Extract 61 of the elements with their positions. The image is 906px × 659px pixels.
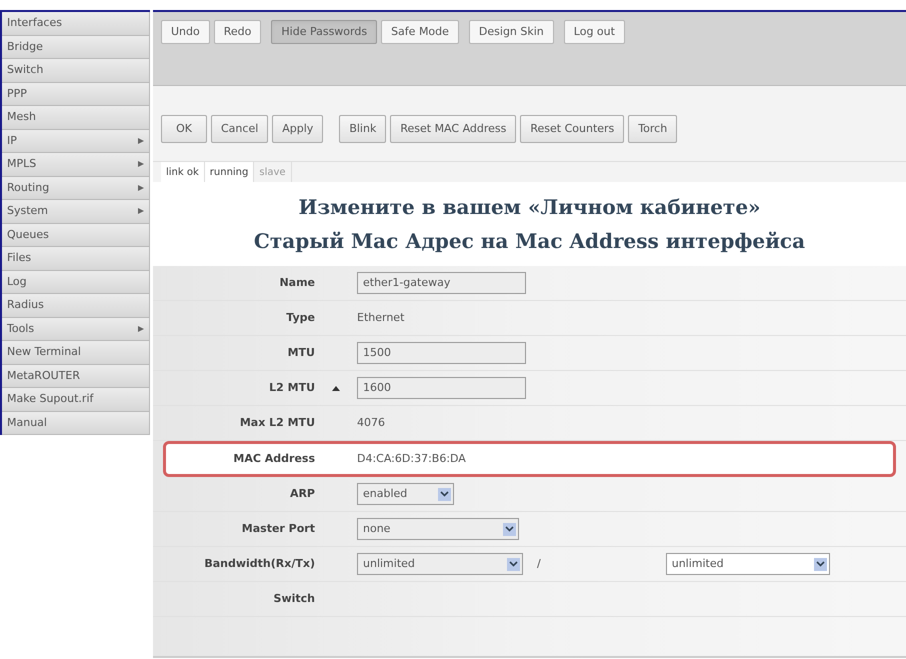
sidebar-item[interactable]: Log — [2, 270, 150, 294]
action-button[interactable]: Reset MAC Address — [390, 115, 516, 143]
field-label: MTU — [288, 344, 315, 361]
action-button[interactable]: Reset Counters — [520, 115, 624, 143]
sidebar-item[interactable]: Manual — [2, 412, 150, 435]
toolbar-button[interactable]: Design Skin — [468, 20, 554, 44]
input-field[interactable]: ether1-gateway — [357, 272, 526, 294]
dropdown-icon — [507, 558, 520, 570]
field-label: Master Port — [242, 520, 315, 537]
select-field[interactable]: enabled — [357, 483, 454, 505]
dropdown-icon — [438, 488, 451, 500]
sidebar-item[interactable]: MPLS — [2, 153, 150, 176]
sidebar-item[interactable]: Bridge — [2, 36, 150, 59]
sidebar-item[interactable]: Interfaces — [2, 12, 150, 36]
field-label: Bandwidth(Rx/Tx) — [204, 556, 315, 572]
collapse-arrow-icon[interactable] — [332, 386, 340, 390]
sidebar-item[interactable]: IP — [2, 130, 150, 153]
input-field[interactable]: 1500 — [357, 342, 526, 364]
heading-text: Измените в вашем «Личном кабинете» — [298, 194, 761, 221]
sidebar-item[interactable]: Tools — [2, 318, 150, 341]
sidebar-item[interactable]: System — [2, 200, 150, 224]
field-label: Max L2 MTU — [240, 414, 315, 431]
field-label: Switch — [274, 590, 315, 607]
sidebar-item[interactable]: Radius — [2, 294, 150, 318]
sidebar-item[interactable]: PPP — [2, 82, 150, 106]
action-button[interactable]: Apply — [272, 115, 324, 143]
heading-text: Старый Mac Адрес на Mac Address интерфейса — [254, 228, 806, 255]
field-label: Type — [286, 310, 315, 326]
sidebar-item[interactable]: Files — [2, 247, 150, 270]
select-field[interactable]: unlimited — [357, 553, 523, 575]
sidebar-item[interactable]: Make Supout.rif — [2, 388, 150, 412]
dropdown-icon — [814, 558, 827, 570]
sidebar-item[interactable]: New Terminal — [2, 341, 150, 364]
status-flag: running — [204, 162, 254, 182]
action-button[interactable]: OK — [161, 115, 207, 143]
toolbar-button[interactable]: Redo — [214, 20, 262, 44]
sidebar-item[interactable]: Mesh — [2, 106, 150, 130]
field-value: D4:CA:6D:37:B6:DA — [357, 450, 466, 467]
sidebar-item[interactable]: Queues — [2, 224, 150, 247]
toolbar-button[interactable]: Hide Passwords — [271, 20, 378, 44]
field-label: MAC Address — [233, 450, 315, 467]
field-value: Ethernet — [357, 310, 404, 326]
sidebar-item[interactable]: MetaROUTER — [2, 364, 150, 388]
field-label: ARP — [290, 486, 315, 502]
select-field[interactable]: none — [357, 518, 519, 540]
input-field[interactable]: 1600 — [357, 377, 526, 399]
sidebar-item[interactable]: Switch — [2, 59, 150, 82]
dropdown-icon — [503, 522, 516, 536]
status-flag: link ok — [161, 162, 205, 182]
action-button[interactable]: Cancel — [211, 115, 268, 143]
toolbar-button[interactable]: Safe Mode — [381, 20, 459, 44]
field-label: L2 MTU — [269, 380, 315, 396]
separator-text: / — [537, 556, 541, 572]
toolbar-button[interactable]: Undo — [161, 20, 210, 44]
field-value: 4076 — [357, 414, 385, 431]
toolbar-button[interactable]: Log out — [564, 20, 625, 44]
sidebar-item[interactable]: Routing — [2, 176, 150, 200]
action-button[interactable]: Torch — [628, 115, 678, 143]
select-field[interactable]: unlimited — [666, 553, 830, 575]
field-label: Name — [279, 274, 315, 291]
action-button[interactable]: Blink — [339, 115, 386, 143]
